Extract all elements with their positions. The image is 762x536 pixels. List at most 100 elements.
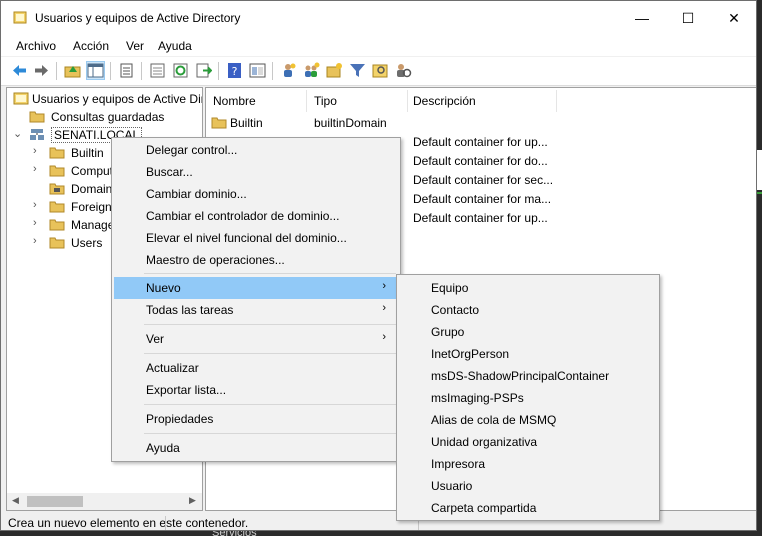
row-name: Builtin <box>230 116 263 130</box>
context-menu: Delegar control... Buscar... Cambiar dom… <box>111 137 401 462</box>
chevron-right-icon[interactable]: › <box>33 163 37 175</box>
close-button[interactable]: ✕ <box>711 1 756 35</box>
menu-ver[interactable]: Ver <box>126 39 144 53</box>
folder-icon <box>49 146 65 159</box>
column-header-nombre[interactable]: Nombre <box>213 94 256 114</box>
menu-item-nuevo[interactable]: Nuevo › <box>114 277 398 299</box>
scroll-right-icon[interactable]: ▶ <box>189 495 196 506</box>
menu-item-ayuda[interactable]: Ayuda <box>114 437 398 459</box>
menu-item-cambiar-dominio[interactable]: Cambiar dominio... <box>114 183 398 205</box>
column-header-tipo[interactable]: Tipo <box>314 94 337 114</box>
folder-icon <box>29 110 45 123</box>
menu-item-propiedades[interactable]: Propiedades <box>114 408 398 430</box>
chevron-right-icon: › <box>382 280 386 292</box>
toolbar-separator <box>56 62 57 80</box>
column-divider[interactable] <box>556 90 557 112</box>
column-divider[interactable] <box>407 90 408 112</box>
folder-icon <box>49 218 65 231</box>
chevron-right-icon[interactable]: › <box>33 235 37 247</box>
background-peek-text: Servicios <box>212 531 257 536</box>
menu-item-actualizar[interactable]: Actualizar <box>114 357 398 379</box>
submenu-item-shadow-principal[interactable]: msDS-ShadowPrincipalContainer <box>399 365 657 387</box>
export-icon[interactable] <box>195 62 212 79</box>
row-type: builtinDomain <box>314 116 387 130</box>
help-icon[interactable]: ? <box>226 62 243 79</box>
chevron-down-icon[interactable]: ⌄ <box>13 127 22 140</box>
submenu-item-carpeta-compartida[interactable]: Carpeta compartida <box>399 497 657 519</box>
chevron-right-icon[interactable]: › <box>33 199 37 211</box>
tree-item-label: Users <box>71 236 103 250</box>
background-window-accent <box>757 192 762 194</box>
properties-icon[interactable] <box>118 62 135 79</box>
maximize-button[interactable]: ☐ <box>665 1 711 35</box>
row-description: Default container for up... <box>413 211 548 225</box>
scrollbar-thumb[interactable] <box>27 496 83 507</box>
row-description: Default container for up... <box>413 135 548 149</box>
menu-accion[interactable]: Acción <box>73 39 109 53</box>
tree-horizontal-scrollbar[interactable]: ◀ ▶ <box>7 493 202 510</box>
add-ou-icon[interactable] <box>326 62 343 79</box>
submenu-item-impresora[interactable]: Impresora <box>399 453 657 475</box>
toolbar-separator <box>110 62 111 80</box>
chevron-right-icon[interactable]: › <box>33 217 37 229</box>
export-list-icon[interactable] <box>149 62 166 79</box>
submenu-item-msmq-alias[interactable]: Alias de cola de MSMQ <box>399 409 657 431</box>
scroll-left-icon[interactable]: ◀ <box>12 495 19 506</box>
show-tree-icon[interactable] <box>86 61 105 80</box>
menu-item-todas-las-tareas[interactable]: Todas las tareas › <box>114 299 398 321</box>
row-description: Default container for sec... <box>413 173 554 187</box>
toolbar: ? <box>1 57 756 86</box>
menu-ayuda[interactable]: Ayuda <box>158 39 192 53</box>
menu-archivo[interactable]: Archivo <box>16 39 56 53</box>
minimize-button[interactable]: — <box>619 1 665 35</box>
toolbar-separator <box>141 62 142 80</box>
menu-separator <box>144 353 396 354</box>
column-header-descripcion[interactable]: Descripción <box>413 94 476 114</box>
menu-item-cambiar-controlador[interactable]: Cambiar el controlador de dominio... <box>114 205 398 227</box>
add-group-icon[interactable] <box>303 62 320 79</box>
status-text: Crea un nuevo elemento en este contenedo… <box>8 516 249 530</box>
title-bar[interactable]: Usuarios y equipos de Active Directory —… <box>1 1 756 35</box>
background-window-strip <box>757 150 762 190</box>
back-arrow-icon[interactable] <box>11 62 28 79</box>
menu-separator <box>144 273 396 274</box>
submenu-item-grupo[interactable]: Grupo <box>399 321 657 343</box>
add-user-icon[interactable] <box>280 62 297 79</box>
menu-item-elevar-nivel[interactable]: Elevar el nivel funcional del dominio... <box>114 227 398 249</box>
chevron-right-icon[interactable]: › <box>33 145 37 157</box>
folder-icon <box>49 200 65 213</box>
submenu-item-msimaging-psps[interactable]: msImaging-PSPs <box>399 387 657 409</box>
up-folder-icon[interactable] <box>64 62 81 79</box>
svg-text:?: ? <box>232 65 238 78</box>
menu-item-maestro-operaciones[interactable]: Maestro de operaciones... <box>114 249 398 271</box>
chevron-right-icon: › <box>382 331 386 343</box>
find-icon[interactable] <box>372 62 389 79</box>
column-divider[interactable] <box>306 90 307 112</box>
menu-item-ver[interactable]: Ver › <box>114 328 398 350</box>
submenu-item-unidad-organizativa[interactable]: Unidad organizativa <box>399 431 657 453</box>
refresh-icon[interactable] <box>172 62 189 79</box>
menu-item-exportar-lista[interactable]: Exportar lista... <box>114 379 398 401</box>
submenu-item-equipo[interactable]: Equipo <box>399 277 657 299</box>
forward-arrow-icon[interactable] <box>33 62 50 79</box>
tree-root-label: Usuarios y equipos de Active Directory <box>32 92 202 106</box>
submenu-nuevo: Equipo Contacto Grupo InetOrgPerson msDS… <box>396 274 660 521</box>
submenu-item-contacto[interactable]: Contacto <box>399 299 657 321</box>
toolbar-separator <box>218 62 219 80</box>
filter-icon[interactable] <box>349 62 366 79</box>
status-divider <box>165 516 166 530</box>
folder-icon <box>49 236 65 249</box>
menu-item-delegar-control[interactable]: Delegar control... <box>114 139 398 161</box>
ou-icon <box>49 182 65 195</box>
console-view-icon[interactable] <box>249 62 266 79</box>
delegate-icon[interactable] <box>395 62 412 79</box>
folder-icon <box>49 164 65 177</box>
ad-root-icon <box>13 92 29 105</box>
menu-bar: Archivo Acción Ver Ayuda <box>1 35 756 56</box>
toolbar-separator <box>272 62 273 80</box>
window-title: Usuarios y equipos de Active Directory <box>35 11 241 25</box>
submenu-item-usuario[interactable]: Usuario <box>399 475 657 497</box>
menu-item-buscar[interactable]: Buscar... <box>114 161 398 183</box>
submenu-item-inetorgperson[interactable]: InetOrgPerson <box>399 343 657 365</box>
row-description: Default container for ma... <box>413 192 552 206</box>
